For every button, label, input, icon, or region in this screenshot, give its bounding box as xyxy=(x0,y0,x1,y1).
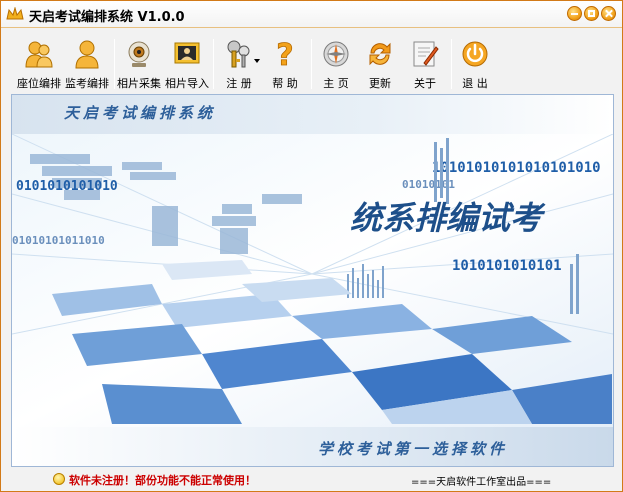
proctor-arrangement-icon xyxy=(75,40,99,69)
toolbar-item-label: 主 页 xyxy=(323,77,349,90)
maximize-button[interactable] xyxy=(584,6,599,21)
homepage-icon xyxy=(323,41,349,67)
top-banner: 天启考试编排系统 xyxy=(12,95,613,134)
app-window: 天启考试编排系统 V1.0.0 座位编排 监考编排 相片采集 相片导入 注 册 … xyxy=(0,0,623,492)
toolbar-item-label: 监考编排 xyxy=(65,77,109,90)
toolbar-item-label: 相片导入 xyxy=(165,77,209,90)
bottom-banner-slogan: 学校考试第一选择软件 xyxy=(318,440,509,458)
help-icon: ? xyxy=(276,39,294,69)
bottom-banner: 学校考试第一选择软件 xyxy=(12,427,613,466)
warning-face-icon xyxy=(53,473,65,485)
exit-button[interactable]: 退 出 xyxy=(452,31,498,91)
top-banner-title: 天启考试编排系统 xyxy=(64,104,217,122)
toolbar-item-label: 关于 xyxy=(414,77,436,90)
binary-text-4: 1010101010101 xyxy=(452,258,562,274)
studio-credit: ===天启软件工作室出品=== xyxy=(411,477,552,488)
window-title: 天启考试编排系统 V1.0.0 xyxy=(29,10,185,25)
seat-arrangement-button[interactable]: 座位编排 xyxy=(14,31,64,91)
exit-icon xyxy=(462,41,488,67)
hero-title: 统系排编试考 xyxy=(350,199,546,237)
minimize-button[interactable] xyxy=(567,6,582,21)
update-button[interactable]: 更新 xyxy=(357,31,403,91)
svg-text:?: ? xyxy=(276,39,293,69)
seat-arrangement-icon xyxy=(25,41,53,68)
hero-image: 0101010101010 10101010101010101010 01010… xyxy=(12,134,613,427)
binary-text-1: 0101010101010 xyxy=(16,179,118,194)
about-icon xyxy=(413,41,439,67)
photo-import-button[interactable]: 相片导入 xyxy=(162,31,212,91)
toolbar-item-label: 帮 助 xyxy=(272,77,298,90)
photo-capture-button[interactable]: 相片采集 xyxy=(114,31,164,91)
toolbar-item-label: 注 册 xyxy=(226,77,252,90)
help-button[interactable]: ? 帮 助 xyxy=(262,31,308,91)
toolbar-separator xyxy=(213,39,214,89)
title-bar[interactable]: 天启考试编排系统 V1.0.0 xyxy=(1,1,622,28)
toolbar-item-label: 座位编排 xyxy=(17,77,61,90)
register-key-icon xyxy=(227,40,250,68)
photo-import-icon xyxy=(174,42,200,64)
about-button[interactable]: 关于 xyxy=(402,31,448,91)
binary-text-3: 01010101011010 xyxy=(12,234,105,247)
photo-capture-icon xyxy=(128,41,150,67)
proctor-arrangement-button[interactable]: 监考编排 xyxy=(62,31,112,91)
register-dropdown-arrow-icon[interactable] xyxy=(254,59,260,63)
update-icon xyxy=(369,42,391,66)
toolbar-item-label: 相片采集 xyxy=(117,77,161,90)
close-button[interactable] xyxy=(601,6,616,21)
toolbar-item-label: 退 出 xyxy=(462,77,488,90)
toolbar: 座位编排 监考编排 相片采集 相片导入 注 册 ? 帮 助 主 页 更新 关于 … xyxy=(10,31,615,91)
registration-warning: 软件未注册！部份功能不能正常使用！ xyxy=(69,474,256,487)
homepage-button[interactable]: 主 页 xyxy=(312,31,360,91)
toolbar-item-label: 更新 xyxy=(369,77,391,90)
binary-text-2: 10101010101010101010 xyxy=(432,160,601,176)
content-frame: 天启考试编排系统 0101010101010 10101010101010101… xyxy=(11,94,614,467)
crown-app-icon xyxy=(6,7,24,20)
